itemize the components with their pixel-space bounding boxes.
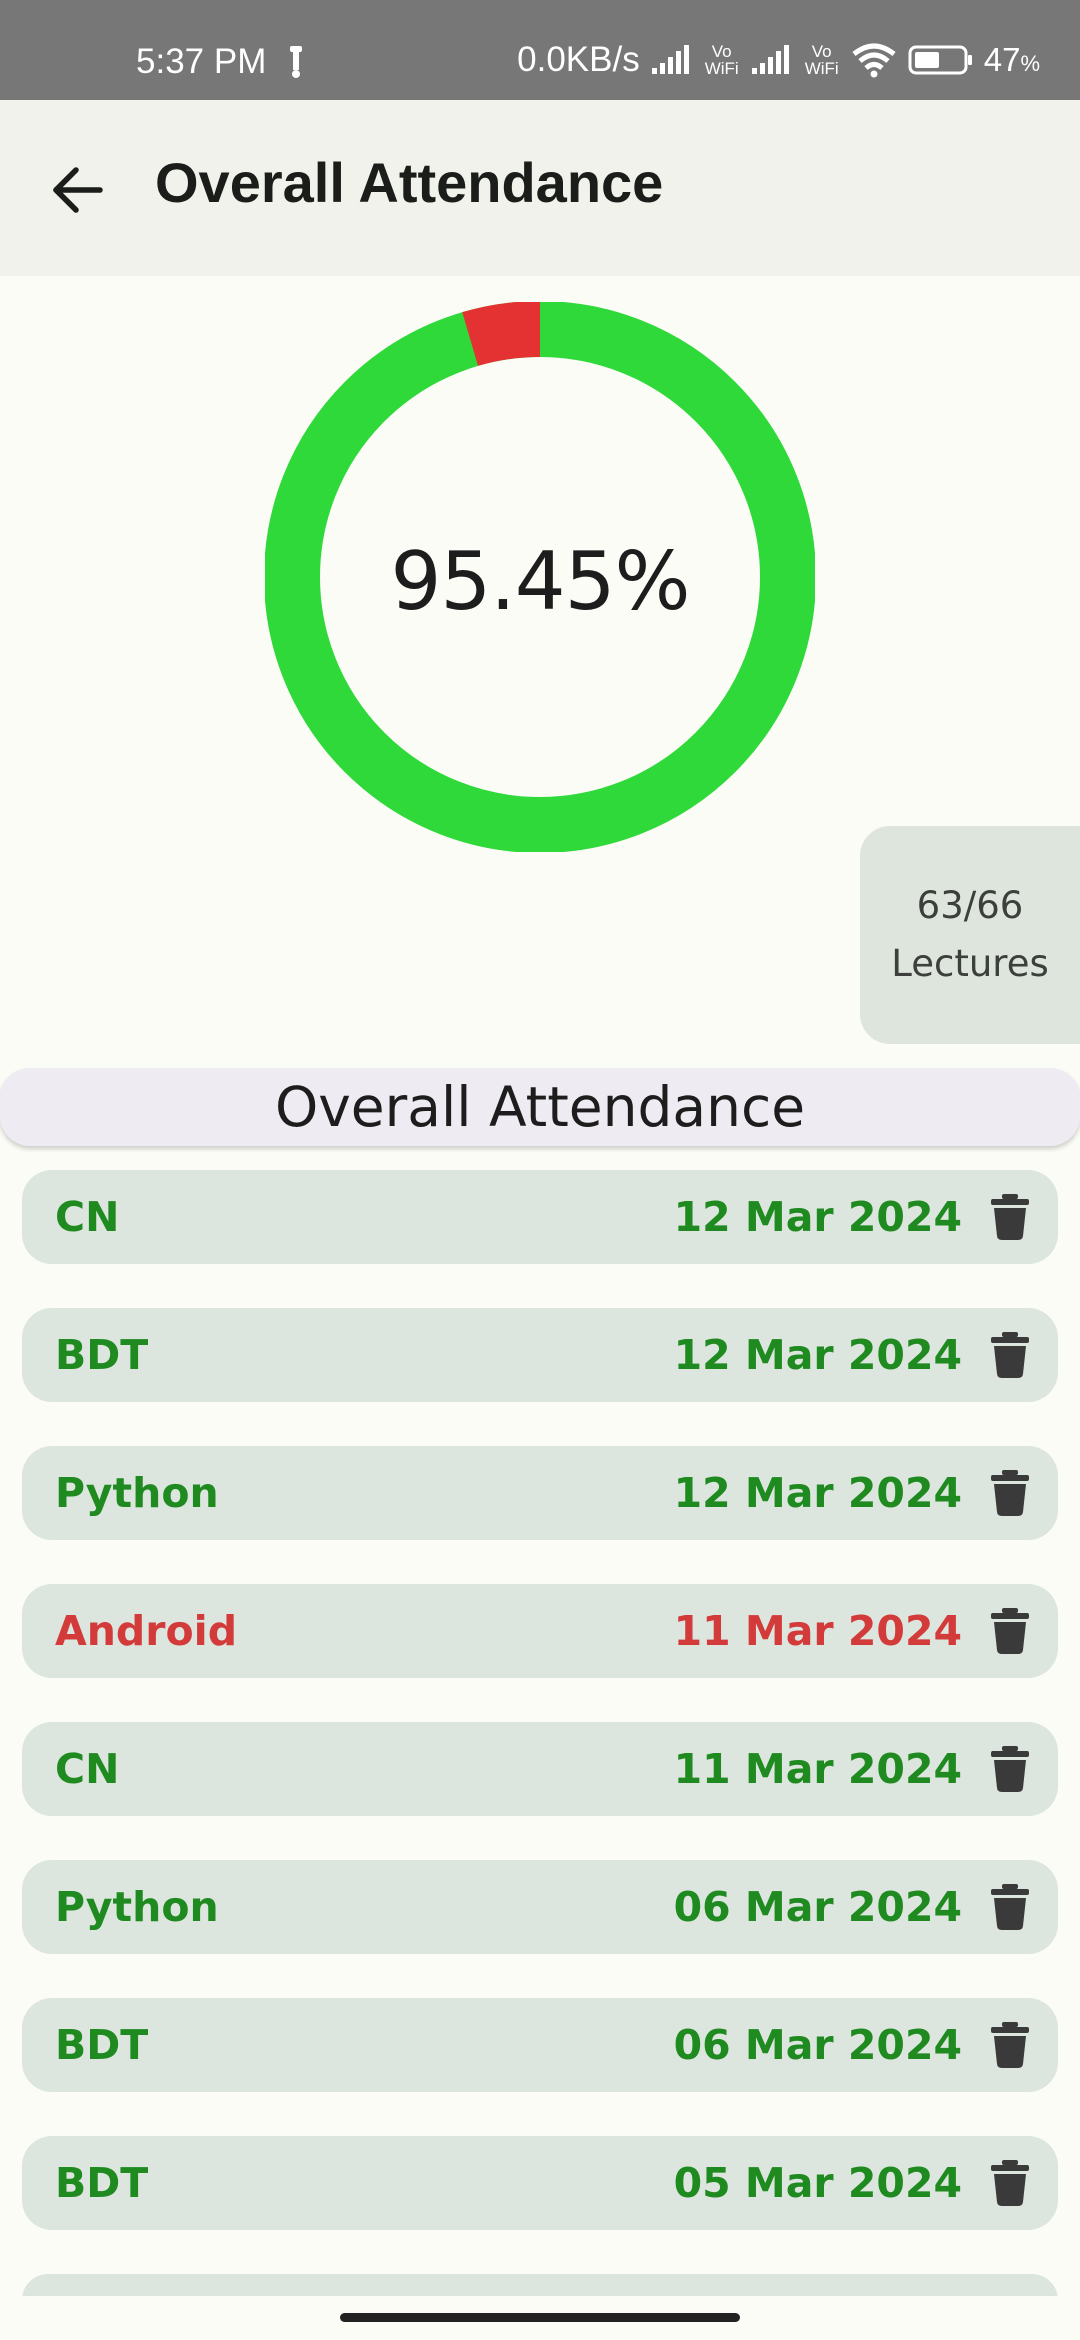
row-date: 11 Mar 2024 [673, 1745, 962, 1793]
app-bar: Overall Attendance [0, 100, 1080, 276]
row-date: 11 Mar 2024 [673, 1607, 962, 1655]
signal-icon [651, 45, 689, 74]
attendance-list: CN 12 Mar 2024 BDT 12 Mar 2024 Python 12 Mar … [22, 1170, 1058, 2300]
battery-percent: 47% [983, 41, 1040, 78]
attendance-row[interactable]: Android 11 Mar 2024 [22, 1584, 1058, 1678]
lectures-count: 63/66 [916, 884, 1024, 927]
nav-gesture-handle[interactable] [340, 2313, 740, 2322]
attendance-row[interactable]: CN 12 Mar 2024 [22, 1170, 1058, 1264]
attendance-row[interactable]: Python 12 Mar 2024 [22, 1446, 1058, 1540]
arrow-left-icon[interactable] [44, 156, 112, 224]
attendance-row[interactable]: BDT 06 Mar 2024 [22, 1998, 1058, 2092]
row-date: 12 Mar 2024 [673, 1469, 962, 1517]
row-date: 05 Mar 2024 [673, 2159, 962, 2207]
battery-icon [908, 45, 972, 75]
attendance-percent: 95.45% [390, 535, 690, 628]
trash-icon[interactable] [990, 1746, 1030, 1792]
row-date: 06 Mar 2024 [673, 2021, 962, 2069]
signal-icon-2 [751, 45, 789, 74]
trash-icon[interactable] [990, 1194, 1030, 1240]
status-time-text: 5:37 PM [136, 41, 267, 81]
trash-icon[interactable] [990, 1470, 1030, 1516]
attendance-row[interactable]: BDT 12 Mar 2024 [22, 1308, 1058, 1402]
trash-icon[interactable] [990, 2160, 1030, 2206]
row-date: 12 Mar 2024 [673, 1331, 962, 1379]
scooter-icon [290, 45, 303, 78]
lectures-count-chip: 63/66 Lectures [860, 826, 1080, 1044]
row-subject: BDT [55, 1331, 149, 1379]
row-subject: BDT [55, 2021, 149, 2069]
row-subject: BDT [55, 2159, 149, 2207]
vowifi-icon: Vo WiFi [704, 42, 739, 78]
row-subject: Android [55, 1607, 238, 1655]
trash-icon[interactable] [990, 2022, 1030, 2068]
lectures-label: Lectures [891, 942, 1049, 985]
status-icons: 0.0KB/s Vo WiFi Vo WiFi 47% [517, 40, 1040, 80]
row-subject: Python [55, 1469, 219, 1517]
attendance-row[interactable]: Python 06 Mar 2024 [22, 1860, 1058, 1954]
wifi-icon [852, 43, 896, 78]
trash-icon[interactable] [990, 1884, 1030, 1930]
page-title: Overall Attendance [155, 151, 664, 214]
status-time: 5:37 PM [136, 40, 308, 82]
section-header: Overall Attendance [0, 1068, 1080, 1146]
row-date: 06 Mar 2024 [673, 1883, 962, 1931]
row-subject: Python [55, 1883, 219, 1931]
row-subject: CN [55, 1745, 120, 1793]
vowifi-icon-2: Vo WiFi [804, 42, 839, 78]
trash-icon[interactable] [990, 1608, 1030, 1654]
attendance-row[interactable]: CN 11 Mar 2024 [22, 1722, 1058, 1816]
row-date: 12 Mar 2024 [673, 1193, 962, 1241]
trash-icon[interactable] [990, 1332, 1030, 1378]
network-speed: 0.0KB/s [517, 40, 640, 79]
donut-absent-segment [462, 302, 541, 367]
attendance-row[interactable]: BDT 05 Mar 2024 [22, 2136, 1058, 2230]
status-bar: 5:37 PM 0.0KB/s Vo WiFi Vo WiFi 47% [0, 0, 1080, 100]
row-subject: CN [55, 1193, 120, 1241]
